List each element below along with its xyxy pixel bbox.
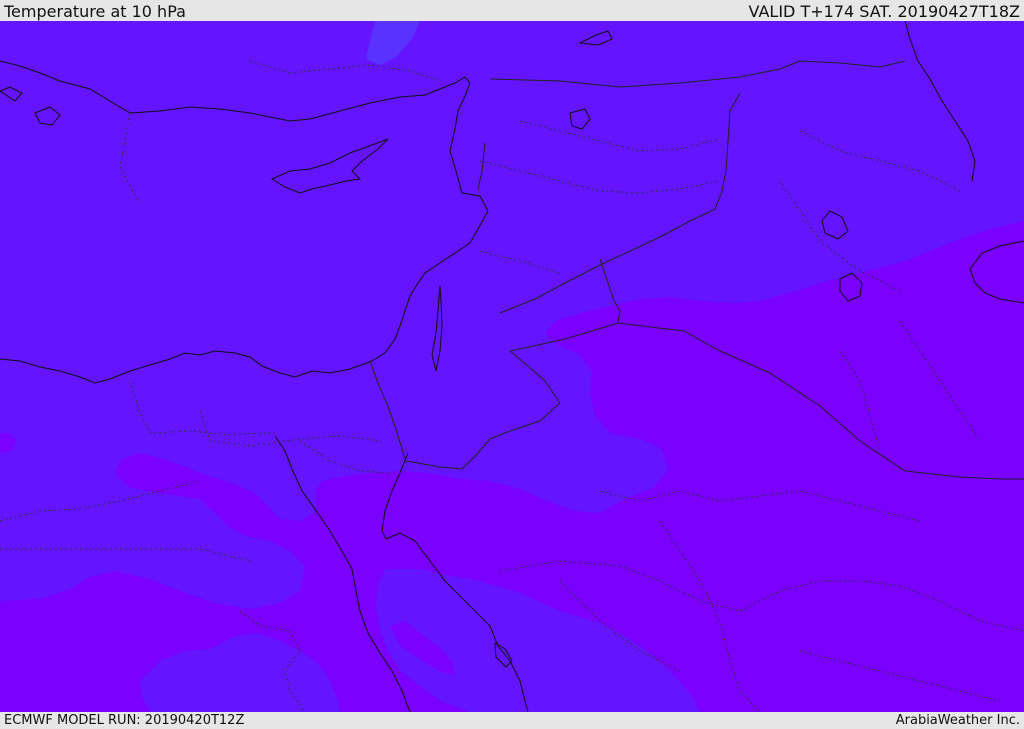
footer-bar: ECMWF MODEL RUN: 20190420T12Z ArabiaWeat… (0, 712, 1024, 729)
valid-time: VALID T+174 SAT. 20190427T18Z (748, 2, 1020, 21)
model-run: ECMWF MODEL RUN: 20190420T12Z (4, 713, 245, 728)
map-canvas (0, 21, 1024, 712)
credit-text: ArabiaWeather Inc. (895, 713, 1020, 728)
map-title: Temperature at 10 hPa (4, 2, 186, 21)
weather-map[interactable] (0, 21, 1024, 712)
header-bar: Temperature at 10 hPa VALID T+174 SAT. 2… (0, 0, 1024, 21)
